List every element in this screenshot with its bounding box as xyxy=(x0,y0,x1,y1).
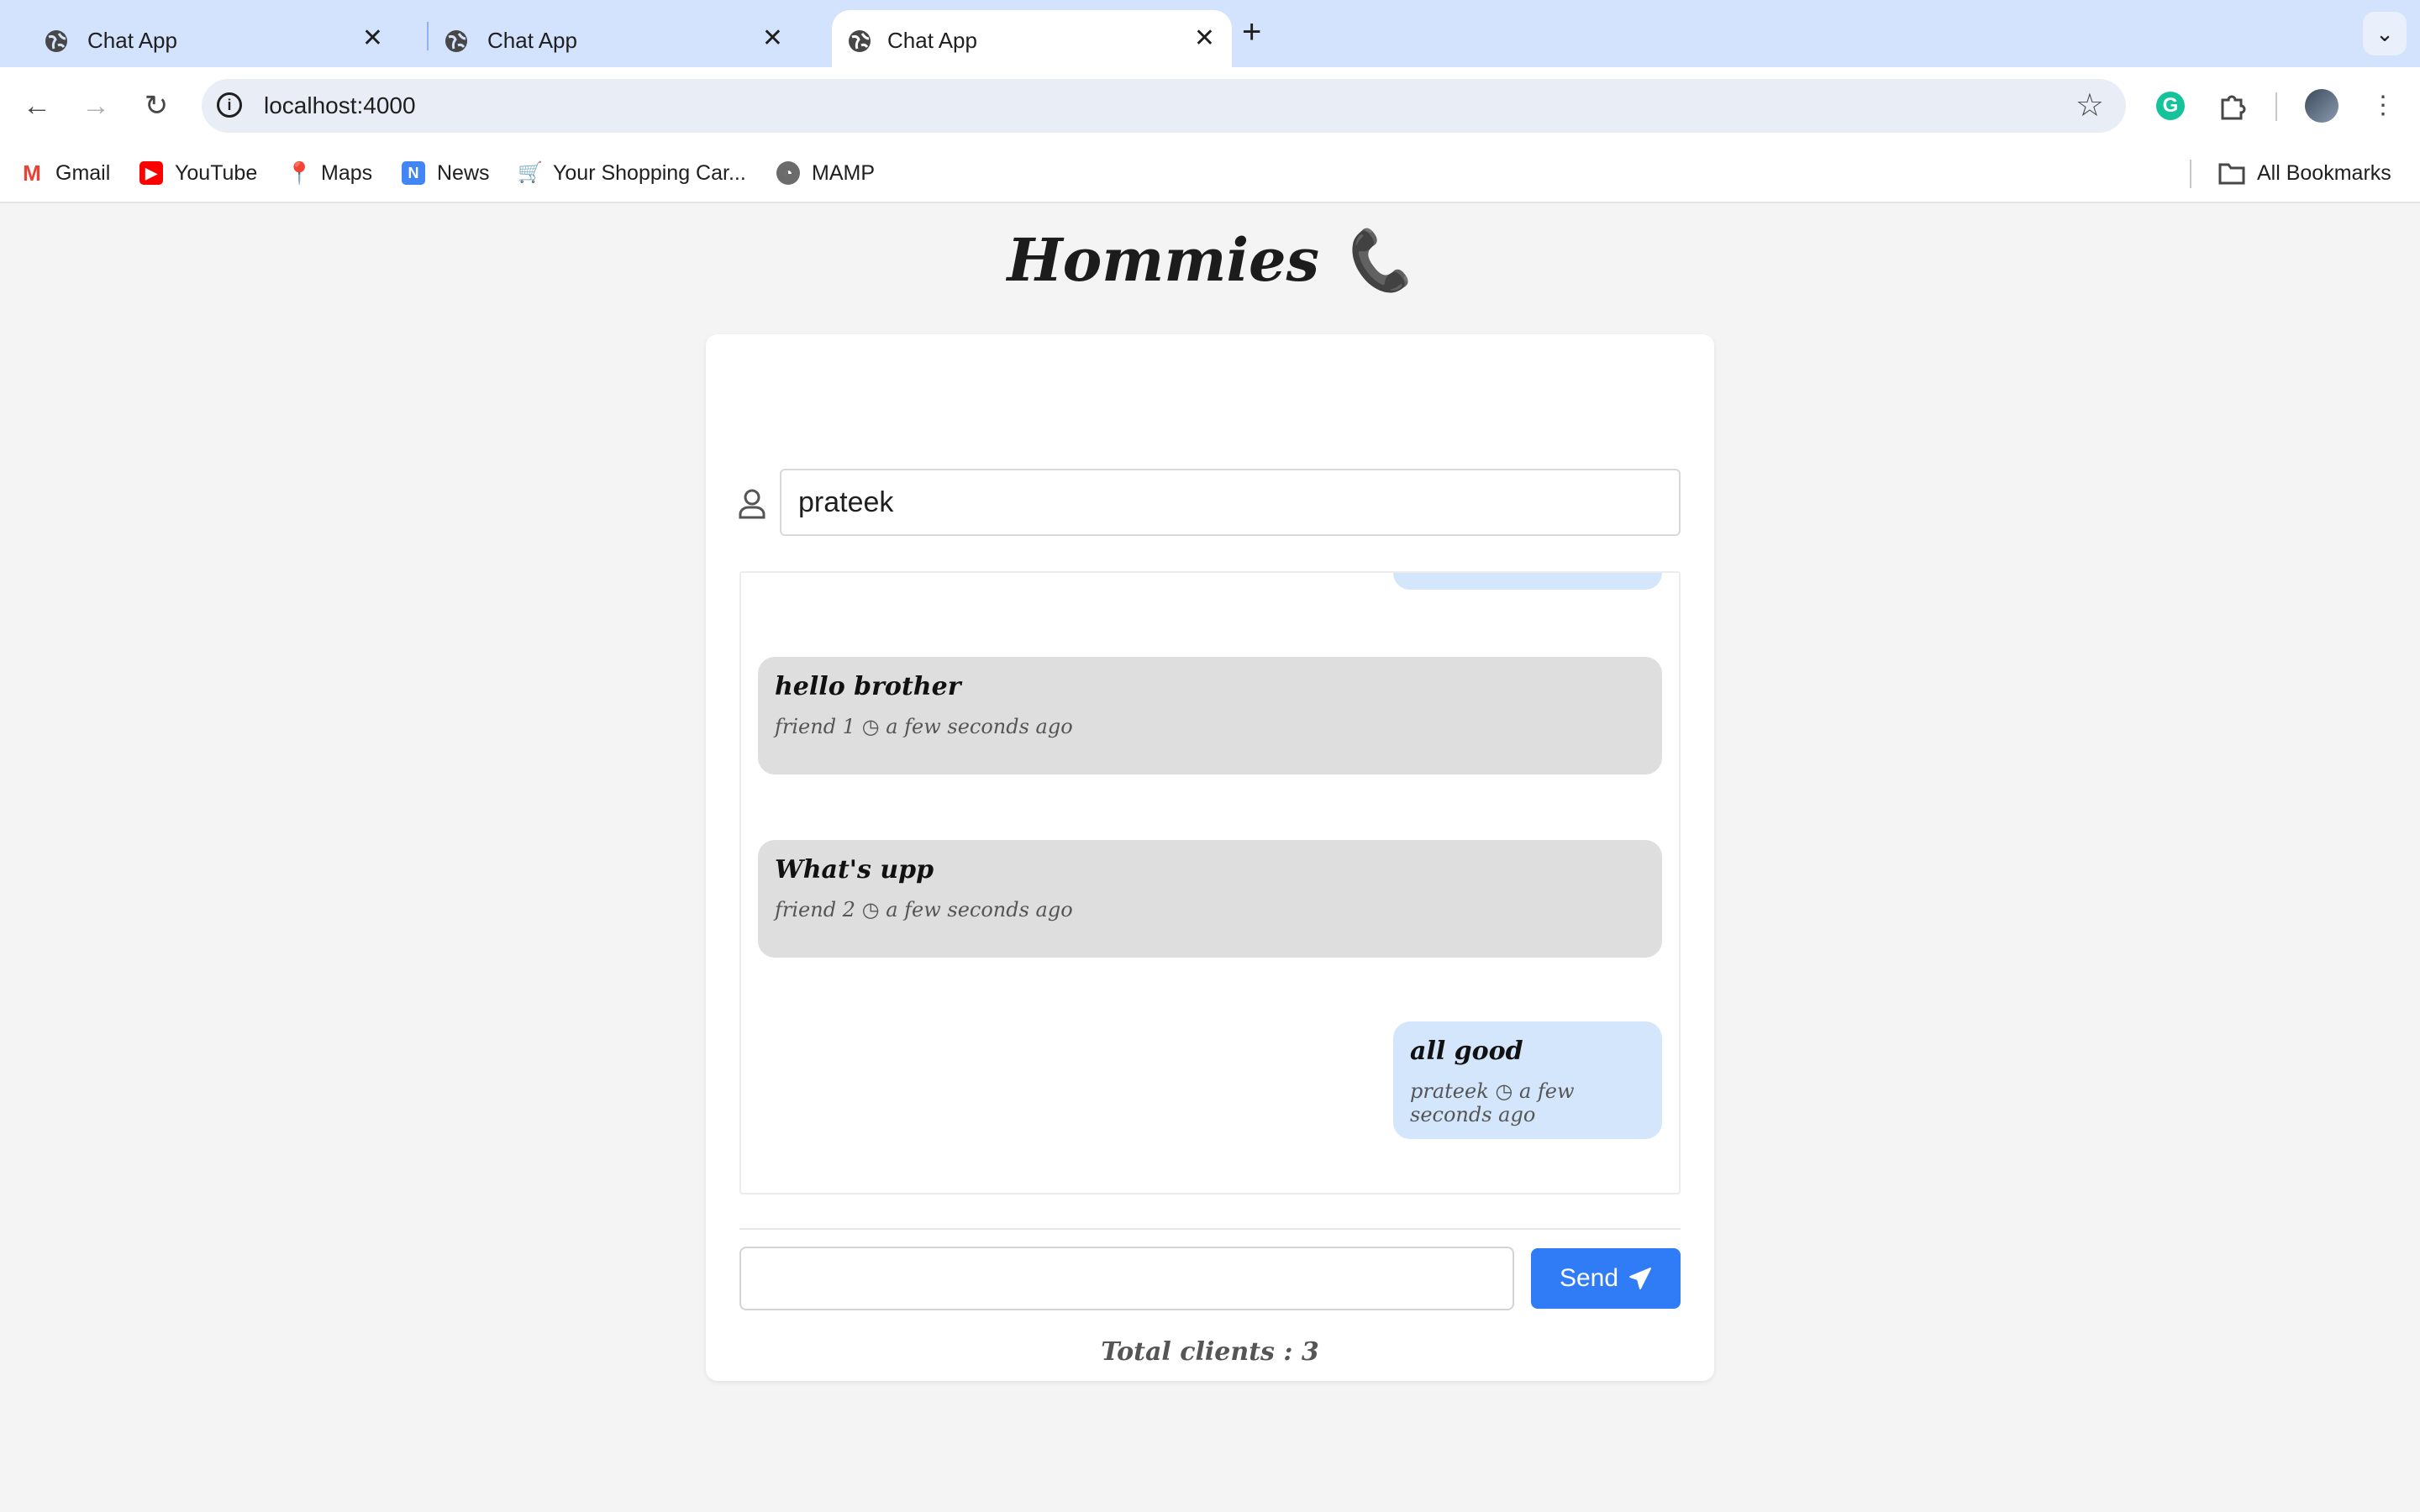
message-input[interactable] xyxy=(739,1247,1514,1310)
tab-strip: Chat App ✕ Chat App ✕ Chat App ✕ + ⌄ xyxy=(0,0,2420,67)
tab-title: Chat App xyxy=(87,28,177,53)
tab-title: Chat App xyxy=(487,28,577,53)
message-text: hello brother xyxy=(775,672,961,701)
folder-icon xyxy=(2218,163,2245,185)
close-tab-icon[interactable]: ✕ xyxy=(762,26,783,51)
tab-title: Chat App xyxy=(887,28,977,53)
clock-icon: ◷ xyxy=(861,715,880,738)
username-input[interactable] xyxy=(780,469,1681,536)
message-meta: friend 1 ◷ a few seconds ago xyxy=(775,715,1645,738)
chat-card: hello brother friend 1 ◷ a few seconds a… xyxy=(706,334,1714,1381)
bookmark-mamp[interactable]: ◔ MAMP xyxy=(776,159,875,187)
all-bookmarks[interactable]: All Bookmarks xyxy=(2218,159,2391,187)
message-bubble-own: all good prateek ◷ a few seconds ago xyxy=(1393,1021,1662,1139)
forward-arrow-icon[interactable]: → xyxy=(74,84,118,128)
page-title: Hommies 📞 xyxy=(1007,225,1413,295)
clock-icon: ◷ xyxy=(861,898,880,921)
globe-icon xyxy=(45,30,67,52)
new-tab-plus-icon[interactable]: + xyxy=(1242,15,1261,49)
all-bookmarks-label: All Bookmarks xyxy=(2257,160,2391,185)
more-menu-icon[interactable]: ⋮ xyxy=(2365,87,2402,124)
tab-search-chevron-icon[interactable]: ⌄ xyxy=(2363,12,2407,55)
site-info-icon[interactable]: i xyxy=(217,92,242,118)
profile-avatar[interactable] xyxy=(2305,89,2338,123)
bookmark-maps[interactable]: 📍 Maps xyxy=(286,159,372,187)
browser-tab-2[interactable]: Chat App ✕ xyxy=(400,10,800,67)
message-meta: friend 2 ◷ a few seconds ago xyxy=(775,898,1645,921)
bookmark-youtube[interactable]: ▶ YouTube xyxy=(139,159,257,187)
message-list[interactable]: hello brother friend 1 ◷ a few seconds a… xyxy=(739,571,1681,1194)
globe-icon xyxy=(849,30,871,52)
paper-plane-icon xyxy=(1629,1268,1652,1289)
message-time: a few seconds ago xyxy=(886,898,1073,921)
bookmarks-bar: M Gmail ▶ YouTube 📍 Maps N News 🛒 Your S… xyxy=(0,144,2420,203)
extensions-puzzle-icon[interactable] xyxy=(2213,87,2250,124)
back-arrow-icon[interactable]: ← xyxy=(15,84,59,128)
browser-tab-1[interactable]: Chat App ✕ xyxy=(0,10,400,67)
send-label: Send xyxy=(1559,1264,1619,1292)
bookmark-label: Maps xyxy=(321,160,373,185)
grammarly-extension-icon[interactable]: G xyxy=(2156,92,2185,120)
message-meta: prateek ◷ a few seconds ago xyxy=(1410,1079,1645,1126)
bookmark-star-icon[interactable]: ☆ xyxy=(2075,87,2104,124)
message-text: What's upp xyxy=(775,855,934,885)
close-tab-icon[interactable]: ✕ xyxy=(362,26,383,51)
message-sender: prateek xyxy=(1410,1079,1489,1103)
bookmark-gmail[interactable]: M Gmail xyxy=(20,159,110,187)
youtube-icon: ▶ xyxy=(139,161,163,185)
address-bar[interactable]: i localhost:4000 ☆ xyxy=(202,79,2126,133)
user-icon xyxy=(739,489,765,519)
mamp-icon: ◔ xyxy=(776,161,800,185)
browser-tab-3-active[interactable]: Chat App ✕ xyxy=(832,10,1232,67)
reload-icon[interactable]: ↻ xyxy=(134,84,178,128)
gmail-icon: M xyxy=(20,161,44,185)
message-bubble: hello brother friend 1 ◷ a few seconds a… xyxy=(758,657,1662,774)
cart-icon: 🛒 xyxy=(518,161,543,185)
bookmark-shopping-cart[interactable]: 🛒 Your Shopping Car... xyxy=(518,159,746,187)
divider xyxy=(739,1228,1681,1230)
url-text[interactable]: localhost:4000 xyxy=(264,92,416,119)
maps-icon: 📍 xyxy=(286,160,313,186)
bookmarks-separator xyxy=(2190,160,2191,188)
news-icon: N xyxy=(402,161,425,185)
message-bubble-partial xyxy=(1393,573,1662,590)
browser-toolbar: ← → ↻ i localhost:4000 ☆ G ⋮ xyxy=(0,67,2420,144)
bookmark-label: Gmail xyxy=(55,160,111,185)
message-text: all good xyxy=(1410,1037,1523,1066)
bookmark-news[interactable]: N News xyxy=(402,159,490,187)
message-bubble: What's upp friend 2 ◷ a few seconds ago xyxy=(758,840,1662,958)
clock-icon: ◷ xyxy=(1495,1079,1513,1103)
toolbar-separator xyxy=(2275,92,2277,121)
globe-icon xyxy=(445,30,467,52)
total-clients: Total clients : 3 xyxy=(1101,1337,1319,1367)
bookmark-label: YouTube xyxy=(175,160,258,185)
message-sender: friend 2 xyxy=(775,898,855,921)
send-button[interactable]: Send xyxy=(1531,1248,1681,1309)
bookmark-label: News xyxy=(437,160,490,185)
message-sender: friend 1 xyxy=(775,715,855,738)
close-tab-icon[interactable]: ✕ xyxy=(1194,26,1215,51)
message-time: a few seconds ago xyxy=(886,715,1073,738)
bookmark-label: MAMP xyxy=(812,160,875,185)
bookmark-label: Your Shopping Car... xyxy=(553,160,746,185)
